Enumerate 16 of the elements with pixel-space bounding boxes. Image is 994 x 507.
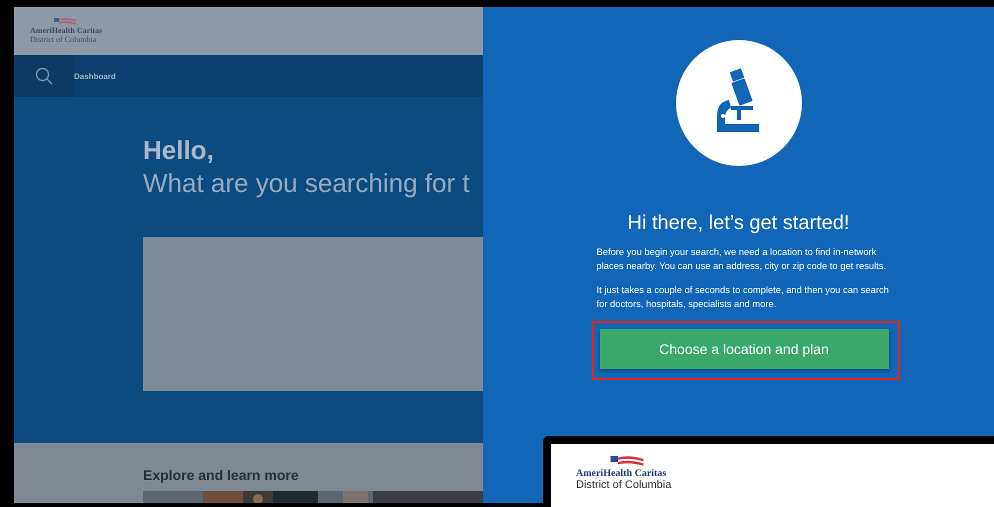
search-icon	[35, 67, 53, 85]
nav-link[interactable]: Dashboard	[74, 72, 116, 80]
section-title: Explore and learn more	[143, 467, 300, 483]
logo-region: District of Columbia	[576, 479, 672, 491]
search-prompt: What are you searching for t	[143, 168, 471, 199]
panel-title: Hi there, let’s get started!	[628, 212, 850, 235]
intro-paragraph: Before you begin your search, we need a location to find in-network places nearby. You can use an address, city or zip code to get results.	[596, 245, 888, 273]
logo-brand: AmeriHealth Caritas	[30, 26, 102, 35]
flag-icon	[610, 456, 644, 468]
choose-location-button[interactable]: Choose a location and plan	[600, 329, 888, 369]
logo-region: District of Columbia	[30, 35, 96, 44]
greeting: Hello,	[143, 135, 215, 166]
flag-icon	[54, 18, 76, 26]
intro-paragraph: It just takes a couple of seconds to complete, and then you can search for doctors, hospitals, specialists and more.	[596, 283, 890, 311]
search-button[interactable]	[14, 55, 74, 97]
logo-brand: AmeriHealth Caritas	[576, 468, 666, 479]
